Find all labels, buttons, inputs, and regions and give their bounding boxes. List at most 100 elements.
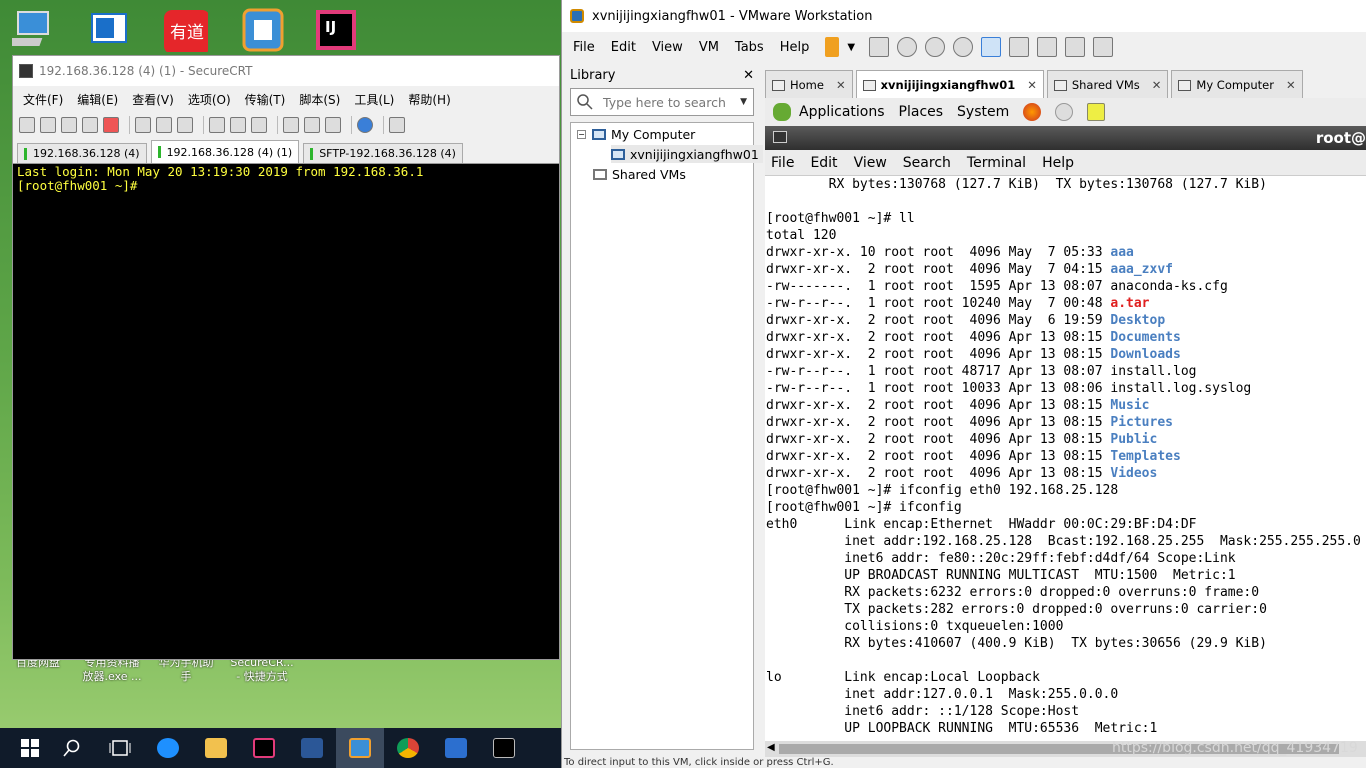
paste-icon[interactable] (156, 117, 172, 133)
find-icon[interactable] (177, 117, 193, 133)
gnome-places-menu[interactable]: Places (899, 104, 944, 120)
taskbar-powershell[interactable] (432, 728, 480, 768)
vm-menu-tabs[interactable]: Tabs (735, 40, 764, 55)
guest-terminal-titlebar[interactable]: root@ (765, 126, 1366, 150)
quick-connect-icon[interactable] (40, 117, 56, 133)
search-dropdown-icon[interactable]: ▼ (740, 97, 747, 107)
connect-icon[interactable] (19, 117, 35, 133)
vm-menu-help[interactable]: Help (780, 40, 810, 55)
copy-icon[interactable] (135, 117, 151, 133)
library-search-input[interactable]: Type here to search ▼ (570, 88, 754, 116)
vm-icon (862, 79, 876, 91)
connect-tab-icon[interactable] (61, 117, 77, 133)
securecrt-title: 192.168.36.128 (4) (1) - SecureCRT (39, 64, 253, 78)
print-setup-icon[interactable] (209, 117, 225, 133)
start-button[interactable] (12, 728, 48, 768)
firefox-icon[interactable] (1023, 103, 1042, 121)
pause-dropdown-icon[interactable]: ▼ (847, 42, 855, 53)
youdao-icon[interactable]: 有道 (162, 6, 212, 54)
taskbar-vmware[interactable] (336, 728, 384, 768)
send-ctrl-alt-del-icon[interactable] (869, 37, 890, 57)
term-menu-file[interactable]: File (771, 155, 794, 171)
gnome-foot-icon[interactable] (773, 103, 791, 121)
term-menu-view[interactable]: View (854, 155, 887, 171)
task-view-button[interactable] (96, 728, 144, 768)
vmware-titlebar[interactable]: xvnijijingxiangfhw01 - VMware Workstatio… (562, 0, 1366, 32)
vm-tab-shared[interactable]: Shared VMs ✕ (1046, 70, 1169, 100)
close-icon[interactable]: ✕ (1286, 78, 1296, 92)
taskbar-cmd[interactable] (480, 728, 528, 768)
lock-icon[interactable] (389, 117, 405, 133)
crt-menu-script[interactable]: 脚本(S) (299, 91, 340, 108)
snapshot-icon[interactable] (897, 37, 918, 57)
securecrt-terminal[interactable]: Last login: Mon May 20 13:19:30 2019 fro… (13, 164, 559, 659)
library-close-icon[interactable]: ✕ (743, 68, 754, 83)
taskbar-explorer[interactable] (192, 728, 240, 768)
gnome-applications-menu[interactable]: Applications (799, 104, 885, 120)
vmware-icon[interactable] (238, 6, 288, 52)
term-menu-search[interactable]: Search (903, 155, 951, 171)
gnome-system-menu[interactable]: System (957, 104, 1009, 120)
term-menu-edit[interactable]: Edit (810, 155, 837, 171)
session-options-icon[interactable] (283, 117, 299, 133)
printer-icon[interactable] (251, 117, 267, 133)
tree-shared-vms[interactable]: Shared VMs (593, 165, 686, 183)
computer-icon[interactable] (1, 6, 62, 52)
reconnect-icon[interactable] (82, 117, 98, 133)
term-menu-terminal[interactable]: Terminal (967, 155, 1026, 171)
collapse-icon[interactable]: − (577, 129, 586, 139)
taskbar-chrome[interactable] (384, 728, 432, 768)
vm-tab-my-computer[interactable]: My Computer ✕ (1171, 70, 1303, 100)
crt-tab-sftp[interactable]: SFTP-192.168.36.128 (4) (303, 143, 463, 163)
term-menu-help[interactable]: Help (1042, 155, 1074, 171)
intellij-icon[interactable]: IJ (312, 6, 362, 52)
crt-menu-help[interactable]: 帮助(H) (408, 91, 450, 108)
crt-menu-edit[interactable]: 编辑(E) (77, 91, 118, 108)
disconnect-icon[interactable] (103, 117, 119, 133)
terminal-output-line: drwxr-xr-x. 2 root root 4096 Apr 13 08:1… (766, 465, 1366, 482)
vm-icon[interactable] (86, 6, 136, 52)
taskbar-word[interactable] (288, 728, 336, 768)
tree-my-computer[interactable]: − My Computer (577, 125, 695, 143)
print-icon[interactable] (230, 117, 246, 133)
crt-tab-session-1[interactable]: 192.168.36.128 (4) (17, 143, 147, 163)
securecrt-window[interactable]: 192.168.36.128 (4) (1) - SecureCRT 文件(F)… (12, 55, 560, 660)
crt-menu-view[interactable]: 查看(V) (132, 91, 174, 108)
close-icon[interactable]: ✕ (836, 78, 846, 92)
crt-menu-transfer[interactable]: 传输(T) (245, 91, 286, 108)
taskbar-search-button[interactable] (48, 728, 96, 768)
vm-menu-edit[interactable]: Edit (611, 40, 636, 55)
unity-icon[interactable] (1065, 37, 1086, 57)
revert-snapshot-icon[interactable] (925, 37, 946, 57)
crt-tab-session-2[interactable]: 192.168.36.128 (4) (1) (150, 140, 300, 163)
full-screen-icon[interactable] (1037, 37, 1058, 57)
close-icon[interactable]: ✕ (1027, 78, 1037, 92)
console-view-icon[interactable] (1093, 37, 1114, 57)
email-icon[interactable] (1055, 103, 1074, 121)
securecrt-titlebar[interactable]: 192.168.36.128 (4) (1) - SecureCRT (13, 56, 559, 86)
guest-terminal-output[interactable]: RX bytes:130768 (127.7 KiB) TX bytes:130… (765, 176, 1366, 741)
vm-tab-vm[interactable]: xvnijijingxiangfhw01 ✕ (855, 70, 1044, 100)
vm-menu-view[interactable]: View (652, 40, 683, 55)
close-icon[interactable]: ✕ (1152, 78, 1162, 92)
vmware-window[interactable]: xvnijijingxiangfhw01 - VMware Workstatio… (561, 0, 1366, 768)
help-icon[interactable] (357, 117, 373, 133)
vm-tab-home[interactable]: Home ✕ (765, 70, 853, 100)
snapshot-manager-icon[interactable] (953, 37, 974, 57)
crt-menu-tools[interactable]: 工具(L) (354, 91, 394, 108)
pause-icon[interactable] (825, 37, 840, 57)
crt-menu-options[interactable]: 选项(O) (188, 91, 231, 108)
show-library-icon[interactable] (981, 37, 1002, 57)
vm-menu-vm[interactable]: VM (699, 40, 719, 55)
taskbar-intellij[interactable] (240, 728, 288, 768)
vm-menu-file[interactable]: File (573, 40, 595, 55)
keymap-icon[interactable] (325, 117, 341, 133)
note-editor-icon[interactable] (1087, 103, 1106, 121)
scroll-left-icon[interactable]: ◀ (767, 742, 775, 753)
crt-menu-file[interactable]: 文件(F) (23, 91, 63, 108)
gnome-top-panel: Applications Places System (765, 98, 1366, 126)
thumbnail-bar-icon[interactable] (1009, 37, 1030, 57)
global-options-icon[interactable] (304, 117, 320, 133)
taskbar-edge[interactable] (144, 728, 192, 768)
tree-vm[interactable]: xvnijijingxiangfhw01 (611, 145, 763, 163)
